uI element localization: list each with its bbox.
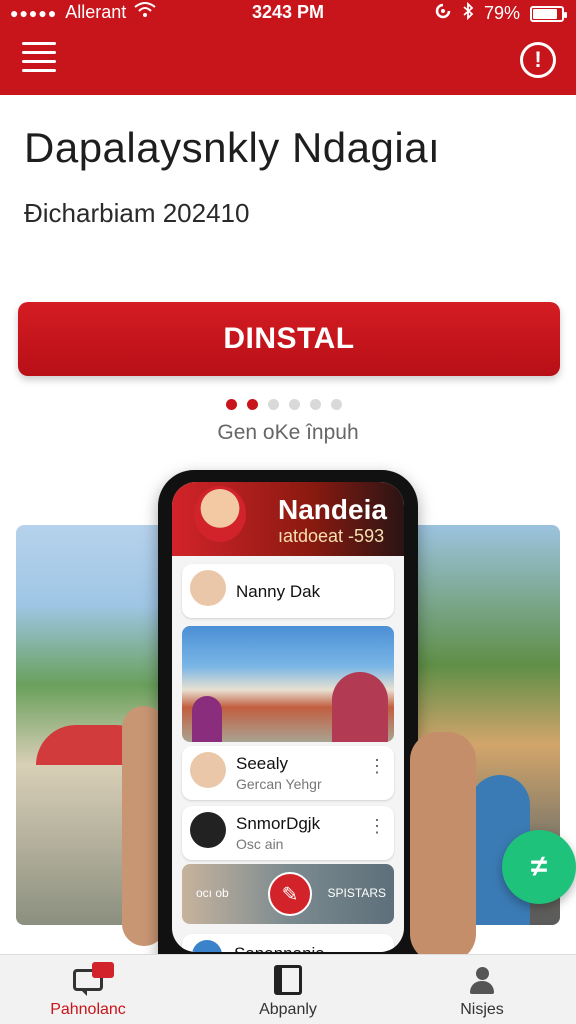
pager-dot[interactable]: [310, 399, 321, 410]
nav-item-pahnolanc[interactable]: Pahnolanc: [8, 962, 168, 1019]
pager-dot[interactable]: [289, 399, 300, 410]
avatar: [190, 812, 226, 848]
hamburger-menu-icon[interactable]: [22, 42, 56, 72]
alert-icon[interactable]: !: [520, 42, 556, 78]
user-icon: [402, 963, 562, 997]
phone-photo-card[interactable]: [182, 626, 394, 742]
phone-header-avatar: [194, 486, 246, 542]
phone-list-item[interactable]: Sanannania: [182, 934, 394, 952]
menu-line: [22, 69, 56, 72]
battery-fill: [533, 8, 557, 19]
page-title: Dapalaysnkly Ndagiaı: [24, 124, 441, 171]
nav-label: Nisjes: [460, 1001, 504, 1018]
app-header: ●●●●● Allerant 3243 PM 79% !: [0, 0, 576, 95]
pager-dot[interactable]: [268, 399, 279, 410]
bottom-navigation: Pahnolanc Abpanly Nisjes: [0, 954, 576, 1024]
video-label-right: SPISTARS: [327, 886, 386, 900]
list-item-name: Nanny Dak: [236, 582, 321, 601]
nav-item-abpanly[interactable]: Abpanly: [208, 963, 368, 1019]
battery-icon: [530, 5, 567, 22]
phone-list-item[interactable]: SnmorDgjk Osc ain ⋮: [182, 806, 394, 860]
hand-right-illustration: [410, 732, 476, 962]
list-item-name: Sanannania: [234, 944, 325, 952]
phone-header-title: Nandeia: [278, 494, 387, 525]
menu-line: [22, 51, 56, 54]
status-bar: ●●●●● Allerant 3243 PM 79%: [0, 0, 576, 26]
carousel-pager: [226, 399, 342, 410]
book-icon: [208, 963, 368, 997]
video-label-left: ocı ob: [196, 886, 229, 900]
battery-percent: 79%: [483, 3, 520, 23]
more-options-icon[interactable]: ⋮: [368, 756, 386, 777]
person-figure: [192, 696, 222, 742]
nav-label: Abpanly: [259, 1001, 317, 1018]
bluetooth-icon: [462, 1, 474, 25]
more-options-icon[interactable]: ⋮: [368, 816, 386, 837]
install-button[interactable]: DINSTAL: [18, 302, 560, 376]
phone-header: Nandeia ıatdoeat -593: [172, 482, 404, 556]
list-item-name: Seealy: [236, 754, 288, 773]
list-item-name: SnmorDgjk: [236, 814, 321, 833]
avatar: [190, 752, 226, 788]
edit-check-icon[interactable]: ≠: [502, 830, 576, 904]
phone-screen: Nandeia ıatdoeat -593 Nanny Dak Seealy G…: [172, 482, 404, 952]
list-item-subtitle: Gercan Yehgr: [236, 776, 322, 792]
pager-dot[interactable]: [247, 399, 258, 410]
person-figure: [332, 672, 388, 742]
nav-label: Pahnolanc: [50, 1001, 126, 1018]
list-item-subtitle: Osc ain: [236, 836, 284, 852]
status-right: 79%: [434, 1, 567, 25]
phone-list-item[interactable]: Nanny Dak: [182, 564, 394, 618]
menu-line: [22, 60, 56, 63]
page-subtitle: Ðicharbiam 202410: [24, 198, 250, 228]
avatar: [190, 570, 226, 606]
rotation-lock-icon: [434, 2, 452, 25]
phone-list-item[interactable]: Seealy Gercan Yehgr ⋮: [182, 746, 394, 800]
pager-dot[interactable]: [331, 399, 342, 410]
chat-icon: [8, 962, 168, 997]
avatar: [192, 940, 222, 952]
menu-line: [22, 42, 56, 45]
phone-header-subtitle: ıatdoeat -593: [278, 526, 385, 546]
hint-text: Gen oKe înpuh: [217, 421, 359, 444]
phone-video-card[interactable]: ocı ob ✎ SPISTARS: [182, 864, 394, 924]
pager-dot[interactable]: [226, 399, 237, 410]
play-icon[interactable]: ✎: [268, 872, 312, 916]
nav-item-nisjes[interactable]: Nisjes: [402, 963, 562, 1019]
